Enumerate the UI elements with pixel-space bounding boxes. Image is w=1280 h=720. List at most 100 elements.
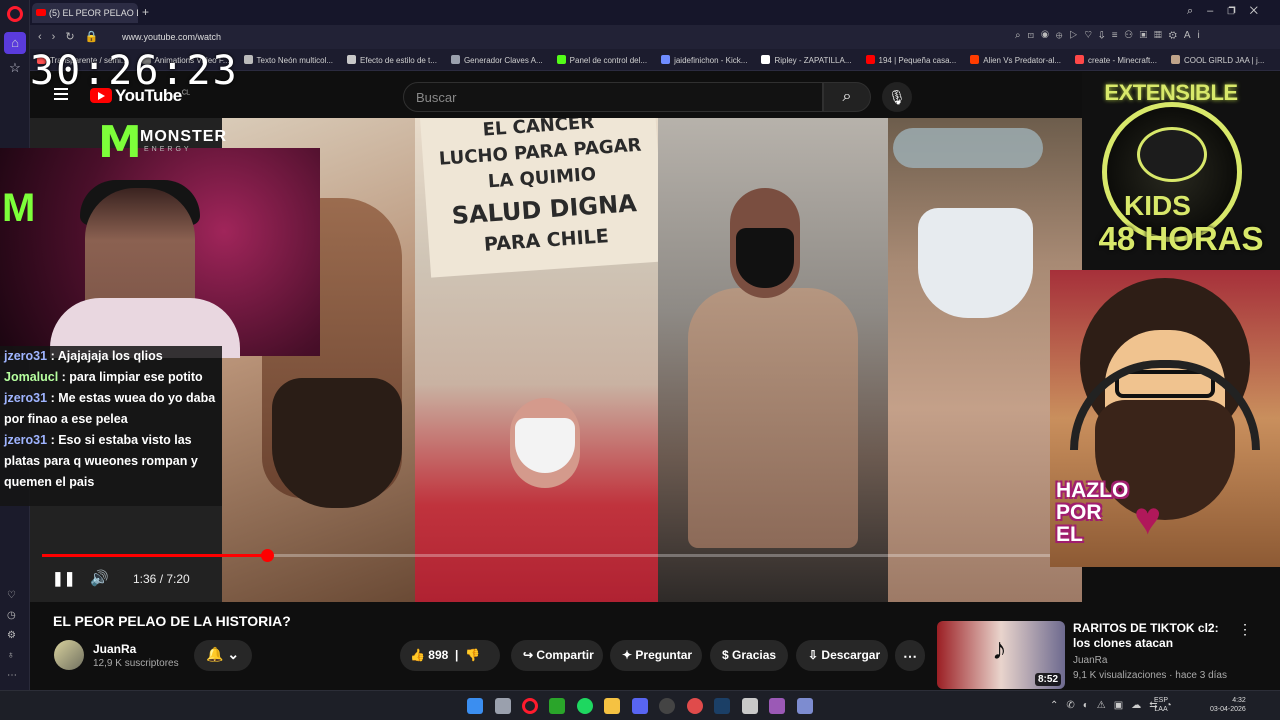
heart-icon: ♥ xyxy=(1134,492,1162,544)
opera-taskbar-icon[interactable] xyxy=(522,698,538,714)
channel-avatar[interactable] xyxy=(54,640,84,670)
monster-can-icon: M xyxy=(2,186,36,230)
steam-icon[interactable] xyxy=(714,698,730,714)
chat-message: jzero31 : Me estas wuea do yo daba por f… xyxy=(4,391,216,426)
bookmark-label: Alien Vs Predator-al... xyxy=(983,56,1062,65)
bookmark-item[interactable]: 194 | Pequeña casa... xyxy=(859,49,964,65)
bookmark-label: 194 | Pequeña casa... xyxy=(878,56,957,65)
monster-logo: M MONSTER ENERGY xyxy=(98,118,226,176)
volume-icon[interactable]: 🔊 xyxy=(90,569,109,587)
promo-kids: KIDS xyxy=(1124,190,1191,221)
progress-handle[interactable] xyxy=(260,549,274,562)
windows-start-icon[interactable] xyxy=(467,698,483,714)
bookmark-item[interactable]: Panel de control del... xyxy=(550,49,654,65)
kebab-menu-icon[interactable]: ⋮ xyxy=(1238,621,1252,638)
share-button[interactable]: ↪ Compartir xyxy=(511,640,603,671)
xbox-icon[interactable] xyxy=(549,698,565,714)
chrome-icon[interactable] xyxy=(687,698,703,714)
bookmark-favicon-icon xyxy=(450,55,460,64)
bookmark-label: Ripley - ZAPATILLA... xyxy=(774,56,852,65)
thumbs-down-icon[interactable]: 👎 xyxy=(465,648,480,662)
bookmark-icon[interactable]: ☆ xyxy=(7,60,23,76)
bookmark-item[interactable]: Texto Neón multicol... xyxy=(237,49,340,65)
bell-icon: 🔔 xyxy=(206,646,224,662)
bookmark-item[interactable]: Alien Vs Predator-al... xyxy=(963,49,1068,65)
streamer-webcam xyxy=(0,148,320,358)
mascot-icon xyxy=(1137,127,1207,182)
pause-icon[interactable]: ❚❚ xyxy=(52,570,75,587)
video-panel-tattooed-man xyxy=(658,118,888,602)
share-icon: ↪ xyxy=(523,648,534,662)
search-icon[interactable]: ⌕ xyxy=(823,82,871,112)
bookmark-favicon-icon xyxy=(1075,55,1085,64)
progress-bar[interactable] xyxy=(42,549,1072,562)
thumbs-up-icon[interactable]: 👍 xyxy=(410,648,425,662)
more-actions-button[interactable]: ⋯ xyxy=(895,640,925,671)
like-count: 898 xyxy=(428,648,449,662)
sparkle-icon: ✦ xyxy=(622,648,633,662)
folder-icon[interactable] xyxy=(604,698,620,714)
task-view-icon[interactable] xyxy=(495,698,511,714)
hazlo-por-el-text: HAZLO POR EL xyxy=(1056,479,1129,546)
streamer-avatar-overlay: HAZLO POR EL ♥ xyxy=(1050,270,1280,567)
address-bar: ‹›↻🔒 www.youtube.com/watch ⌕⊡◉⊕▷♡⇩≡⚇▣▦⚙A… xyxy=(30,25,1280,49)
duration-badge: 8:52 xyxy=(1034,673,1061,686)
bookmark-favicon-icon xyxy=(243,55,253,64)
stream-chat: jzero31 : Ajajajaja los qlios Jomalucl :… xyxy=(0,346,222,506)
bookmark-favicon-icon xyxy=(970,55,980,64)
bookmark-label: create - Minecraft... xyxy=(1088,56,1157,65)
new-tab-button[interactable]: + xyxy=(142,5,149,19)
recommendation-thumbnail[interactable]: ♪ 8:52 xyxy=(937,621,1065,689)
bookmark-item[interactable]: Generador Claves A... xyxy=(444,49,550,65)
opera-logo-icon[interactable] xyxy=(7,6,23,22)
stream-timer: 30:26:23 xyxy=(30,48,239,94)
home-icon[interactable]: ⌂ xyxy=(4,32,26,54)
tab-title: (5) EL PEOR PELAO DE xyxy=(49,8,138,18)
nav-buttons[interactable]: ‹›↻🔒 xyxy=(38,30,108,43)
bookmark-favicon-icon xyxy=(761,55,771,64)
bookmark-label: Panel de control del... xyxy=(569,56,648,65)
monster-brand: MONSTER xyxy=(140,128,227,145)
ask-button[interactable]: ✦ Preguntar xyxy=(610,640,702,671)
recommendation-title[interactable]: RARITOS DE TIKTOK cl2: los clones atacan xyxy=(1073,621,1223,651)
ai-label[interactable]: Ai xyxy=(1184,30,1207,41)
tab-active[interactable]: (5) EL PEOR PELAO DE xyxy=(32,3,138,23)
language-indicator[interactable]: ESP LAA xyxy=(1154,696,1168,714)
promo-title: EXTENSIBLE xyxy=(1104,80,1238,105)
mic-icon[interactable]: 🎙 xyxy=(882,82,912,112)
notification-bell-button[interactable]: 🔔 ⌄ xyxy=(194,640,252,671)
settings-icon[interactable] xyxy=(797,698,813,714)
subscriber-count: 12,9 K suscriptores xyxy=(93,658,179,669)
thanks-button[interactable]: $ Gracias xyxy=(710,640,788,671)
channel-name[interactable]: JuanRa xyxy=(93,642,136,656)
bookmark-favicon-icon xyxy=(556,55,566,64)
obs-icon[interactable] xyxy=(659,698,675,714)
chevron-down-icon: ⌄ xyxy=(227,646,240,662)
window-controls[interactable]: ⌕–❐✕ xyxy=(1187,5,1272,18)
spotify-icon[interactable] xyxy=(577,698,593,714)
download-button[interactable]: ⇩ Descargar xyxy=(796,640,888,671)
sidebar-bottom-icons[interactable]: ♡ ◷ ⚙ ♁ ⋯ xyxy=(7,586,17,686)
bookmark-favicon-icon xyxy=(347,55,357,64)
url-field[interactable]: www.youtube.com/watch xyxy=(122,32,221,42)
bookmark-favicon-icon xyxy=(865,55,875,64)
clock[interactable]: 4:32 03-04-2026 xyxy=(1210,696,1246,714)
chat-message: jzero31 : Eso si estaba visto las platas… xyxy=(4,433,198,489)
bookmark-item[interactable]: Efecto de estilo de t... xyxy=(340,49,444,65)
bookmark-label: jaidefinichon - Kick... xyxy=(674,56,748,65)
bookmark-label: COOL GIRLD JAA | j... xyxy=(1183,56,1265,65)
protest-sign: EL CANCER LUCHO PARA PAGAR LA QUIMIO SAL… xyxy=(420,118,666,278)
search-input[interactable]: Buscar xyxy=(403,82,823,112)
like-dislike-group[interactable]: 👍 898 | 👎 xyxy=(400,640,500,671)
extension-icons[interactable]: ⌕⊡◉⊕▷♡⇩≡⚇▣▦⚙Ai xyxy=(1015,30,1207,41)
app-icon[interactable] xyxy=(769,698,785,714)
bookmark-item[interactable]: jaidefinichon - Kick... xyxy=(654,49,754,65)
video-time: 1:36 / 7:20 xyxy=(133,572,190,586)
notepad-icon[interactable] xyxy=(742,698,758,714)
bookmark-item[interactable]: create - Minecraft... xyxy=(1068,49,1164,65)
chat-message: Jomalucl : para limpiar ese potito xyxy=(4,370,203,384)
bookmark-item[interactable]: Ripley - ZAPATILLA... xyxy=(754,49,858,65)
bookmark-item[interactable]: COOL GIRLD JAA | j... xyxy=(1164,49,1271,65)
discord-icon[interactable] xyxy=(632,698,648,714)
recommendation-channel[interactable]: JuanRa xyxy=(1073,655,1107,666)
